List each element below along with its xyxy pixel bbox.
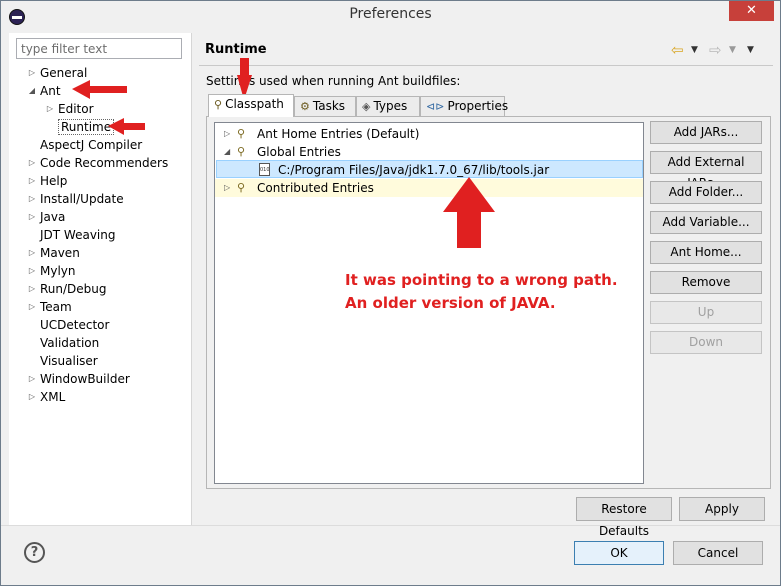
tab-classpath[interactable]: ⚲ Classpath [208,94,294,117]
arrow-to-classpath-tab-shaft [240,58,249,80]
annotation-line-1: It was pointing to a wrong path. [345,271,618,289]
arrow-to-ant [72,80,127,99]
annotation-line-2: An older version of JAVA. [345,294,556,312]
arrow-to-runtime [108,118,145,135]
classpath-icon: ⚲ [214,98,223,111]
arrow-to-jar-path [443,177,495,248]
